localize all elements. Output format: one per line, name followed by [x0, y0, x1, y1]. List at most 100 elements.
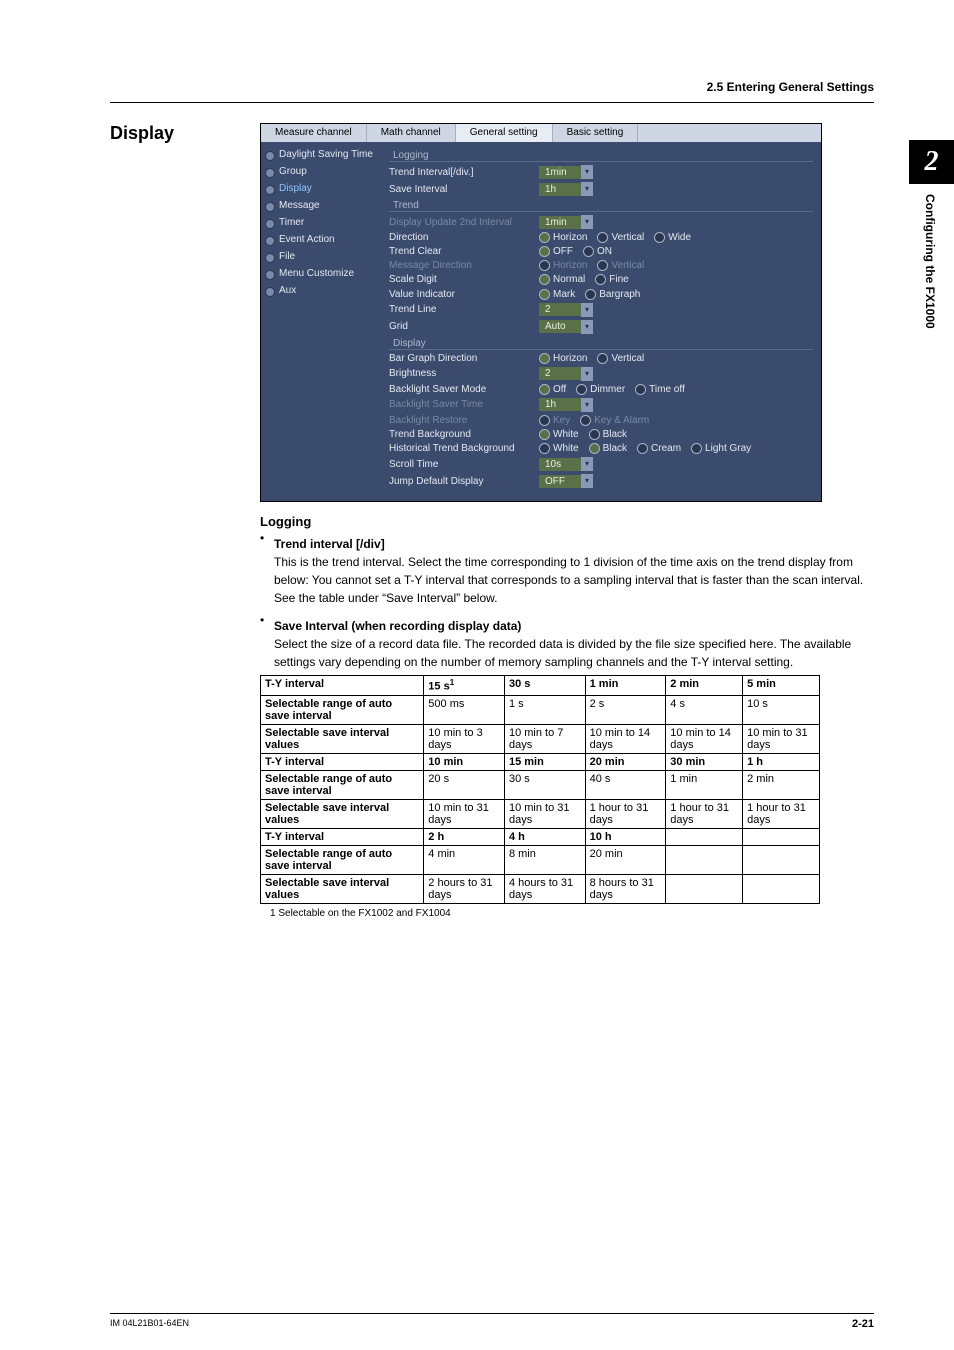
tab-basic[interactable]: Basic setting [553, 124, 639, 142]
logging-heading: Logging [260, 514, 874, 529]
table-cell: 500 ms [424, 696, 505, 725]
nav-group[interactable]: Group [261, 163, 381, 180]
jump-label: Jump Default Display [389, 476, 539, 487]
jump-select[interactable]: OFF [539, 475, 581, 488]
value-mark[interactable]: Mark [539, 289, 575, 300]
table-cell: 10 s [743, 696, 820, 725]
trend-interval-select[interactable]: 1min [539, 166, 581, 179]
direction-vertical[interactable]: Vertical [597, 232, 644, 243]
bar-vertical[interactable]: Vertical [597, 353, 644, 364]
table-cell: 10 min to 31 days [424, 800, 505, 829]
table-cell: 2 min [666, 676, 743, 696]
trend-bg-black[interactable]: Black [589, 429, 627, 440]
chapter-number: 2 [909, 140, 954, 184]
table-row: T-Y interval15 s130 s1 min2 min5 min [261, 676, 820, 696]
nav-display[interactable]: Display [261, 180, 381, 197]
table-cell [666, 846, 743, 875]
table-row: Selectable range of auto save interval50… [261, 696, 820, 725]
interval-table: T-Y interval15 s130 s1 min2 min5 minSele… [260, 675, 820, 904]
chevron-down-icon[interactable]: ▾ [581, 457, 593, 471]
scale-normal[interactable]: Normal [539, 274, 585, 285]
group-logging: Logging [389, 150, 813, 162]
restore-label: Backlight Restore [389, 415, 539, 426]
table-cell: 8 hours to 31 days [585, 875, 666, 904]
nav-file[interactable]: File [261, 248, 381, 265]
table-cell: 20 min [585, 754, 666, 771]
trend-line-label: Trend Line [389, 304, 539, 315]
table-cell: 4 h [504, 829, 585, 846]
table-cell: 8 min [504, 846, 585, 875]
nav-dst[interactable]: Daylight Saving Time [261, 146, 381, 163]
chevron-down-icon[interactable]: ▾ [581, 165, 593, 179]
hist-black[interactable]: Black [589, 443, 627, 454]
bullet-icon: • [260, 531, 274, 553]
saver-off[interactable]: Off [539, 384, 566, 395]
grid-select[interactable]: Auto [539, 320, 581, 333]
trend-clear-off[interactable]: OFF [539, 246, 573, 257]
restore-keyalarm: Key & Alarm [580, 415, 649, 426]
hist-gray[interactable]: Light Gray [691, 443, 751, 454]
trend-clear-on[interactable]: ON [583, 246, 612, 257]
saver-time-select[interactable]: 1h [539, 398, 581, 411]
trend-bg-white[interactable]: White [539, 429, 579, 440]
chevron-down-icon[interactable]: ▾ [581, 398, 593, 412]
chevron-down-icon[interactable]: ▾ [581, 367, 593, 381]
table-cell: Selectable save interval values [261, 875, 424, 904]
chevron-down-icon[interactable]: ▾ [581, 182, 593, 196]
table-cell: 20 min [585, 846, 666, 875]
table-cell: 1 h [743, 754, 820, 771]
saver-timeoff[interactable]: Time off [635, 384, 685, 395]
hist-cream[interactable]: Cream [637, 443, 681, 454]
chevron-down-icon[interactable]: ▾ [581, 320, 593, 334]
chevron-down-icon[interactable]: ▾ [581, 215, 593, 229]
chevron-down-icon[interactable]: ▾ [581, 303, 593, 317]
direction-horizon[interactable]: Horizon [539, 232, 587, 243]
display-update-select[interactable]: 1min [539, 216, 581, 229]
table-row: Selectable save interval values10 min to… [261, 800, 820, 829]
table-row: T-Y interval2 h4 h10 h [261, 829, 820, 846]
trend-line-select[interactable]: 2 [539, 303, 581, 316]
save-interval-select[interactable]: 1h [539, 183, 581, 196]
scroll-time-select[interactable]: 10s [539, 458, 581, 471]
display-update-label: Display Update 2nd Interval [389, 217, 539, 228]
brightness-select[interactable]: 2 [539, 367, 581, 380]
table-cell: 10 min [424, 754, 505, 771]
table-cell: 2 s [585, 696, 666, 725]
scale-fine[interactable]: Fine [595, 274, 628, 285]
chapter-label: Configuring the FX1000 [909, 184, 951, 339]
table-row: Selectable range of auto save interval4 … [261, 846, 820, 875]
nav-timer[interactable]: Timer [261, 214, 381, 231]
value-indicator-label: Value Indicator [389, 289, 539, 300]
table-cell: 10 min to 7 days [504, 725, 585, 754]
tab-bar: Measure channel Math channel General set… [261, 124, 821, 142]
table-cell: 10 min to 31 days [743, 725, 820, 754]
nav-list: Daylight Saving Time Group Display Messa… [261, 142, 381, 501]
section-header: 2.5 Entering General Settings [110, 80, 874, 94]
nav-event[interactable]: Event Action [261, 231, 381, 248]
group-display: Display [389, 338, 813, 350]
tab-math[interactable]: Math channel [367, 124, 456, 142]
table-cell: 30 s [504, 771, 585, 800]
scroll-time-label: Scroll Time [389, 459, 539, 470]
nav-message[interactable]: Message [261, 197, 381, 214]
table-cell: 1 hour to 31 days [743, 800, 820, 829]
table-cell: 30 s [504, 676, 585, 696]
value-bargraph[interactable]: Bargraph [585, 289, 640, 300]
saver-dimmer[interactable]: Dimmer [576, 384, 625, 395]
table-cell: 1 hour to 31 days [585, 800, 666, 829]
message-dir-label: Message Direction [389, 260, 539, 271]
table-cell: T-Y interval [261, 676, 424, 696]
restore-key: Key [539, 415, 570, 426]
direction-wide[interactable]: Wide [654, 232, 691, 243]
hist-white[interactable]: White [539, 443, 579, 454]
nav-menu[interactable]: Menu Customize [261, 265, 381, 282]
tab-general[interactable]: General setting [456, 124, 553, 142]
tab-measure[interactable]: Measure channel [261, 124, 367, 142]
save-interval-paragraph: Select the size of a record data file. T… [274, 635, 874, 671]
direction-label: Direction [389, 232, 539, 243]
nav-aux[interactable]: Aux [261, 282, 381, 299]
bar-horizon[interactable]: Horizon [539, 353, 587, 364]
chevron-down-icon[interactable]: ▾ [581, 474, 593, 488]
table-cell: 2 min [743, 771, 820, 800]
table-cell: 1 s [504, 696, 585, 725]
